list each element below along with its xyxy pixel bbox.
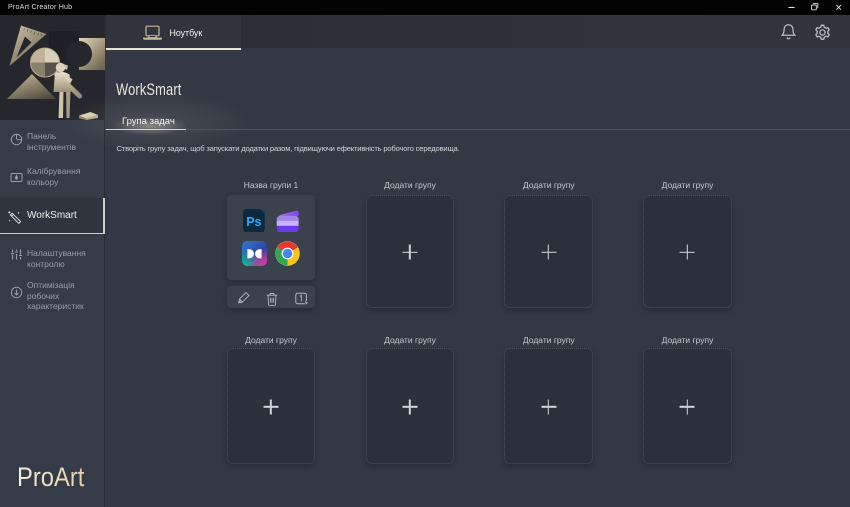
- svg-text:Ps: Ps: [246, 215, 261, 229]
